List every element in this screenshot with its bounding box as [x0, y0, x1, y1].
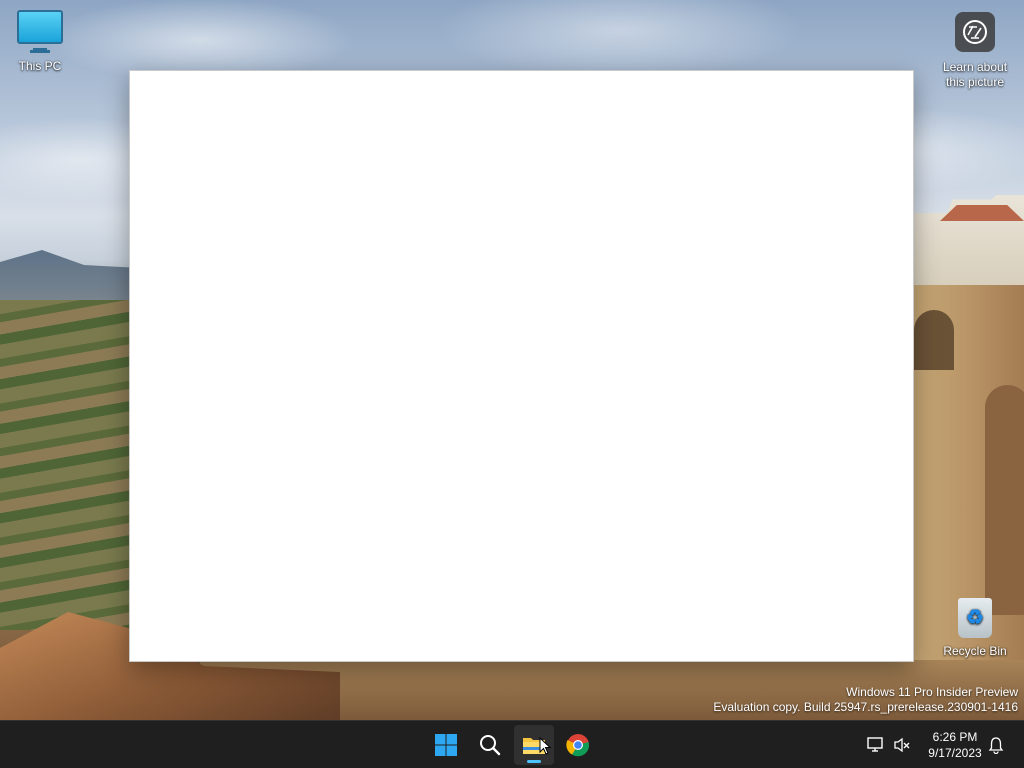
file-explorer-taskbar-button[interactable]	[514, 725, 554, 765]
recycle-bin-icon: ♻	[958, 598, 992, 638]
start-button[interactable]	[426, 725, 466, 765]
clock-date: 9/17/2023	[928, 746, 982, 760]
taskbar: 6:26 PM 9/17/2023	[0, 720, 1024, 768]
chrome-icon	[566, 734, 590, 757]
wallpaper-arch	[914, 310, 954, 370]
mouse-cursor-icon	[539, 737, 551, 755]
wallpaper-arch	[985, 385, 1024, 615]
taskbar-clock[interactable]: 6:26 PM 9/17/2023	[918, 729, 992, 761]
wallpaper-valley	[0, 300, 140, 630]
watermark-line2: Evaluation copy. Build 25947.rs_prerelea…	[713, 700, 1018, 714]
network-icon[interactable]	[866, 735, 886, 755]
learn-about-picture-desktop-icon[interactable]: Learn about this picture	[935, 2, 1015, 90]
search-button[interactable]	[470, 725, 510, 765]
search-icon	[480, 735, 501, 756]
evaluation-watermark: Windows 11 Pro Insider Preview Evaluatio…	[713, 685, 1018, 715]
monitor-icon	[17, 10, 63, 51]
recycle-bin-label: Recycle Bin	[943, 644, 1007, 658]
active-app-indicator	[527, 760, 541, 763]
blank-window[interactable]	[129, 70, 914, 662]
this-pc-desktop-icon[interactable]: This PC	[0, 0, 80, 74]
watermark-line1: Windows 11 Pro Insider Preview	[846, 685, 1018, 699]
notification-bell-icon[interactable]	[986, 735, 1006, 755]
clock-time: 6:26 PM	[932, 730, 978, 744]
this-pc-label: This PC	[18, 59, 62, 73]
learn-about-label: Learn about this picture	[942, 60, 1008, 89]
chrome-taskbar-button[interactable]	[558, 725, 598, 765]
camera-lens-icon	[955, 12, 995, 52]
volume-muted-icon[interactable]	[892, 735, 912, 755]
recycle-bin-desktop-icon[interactable]: ♻ Recycle Bin	[935, 592, 1015, 659]
windows-logo-icon	[435, 734, 457, 756]
